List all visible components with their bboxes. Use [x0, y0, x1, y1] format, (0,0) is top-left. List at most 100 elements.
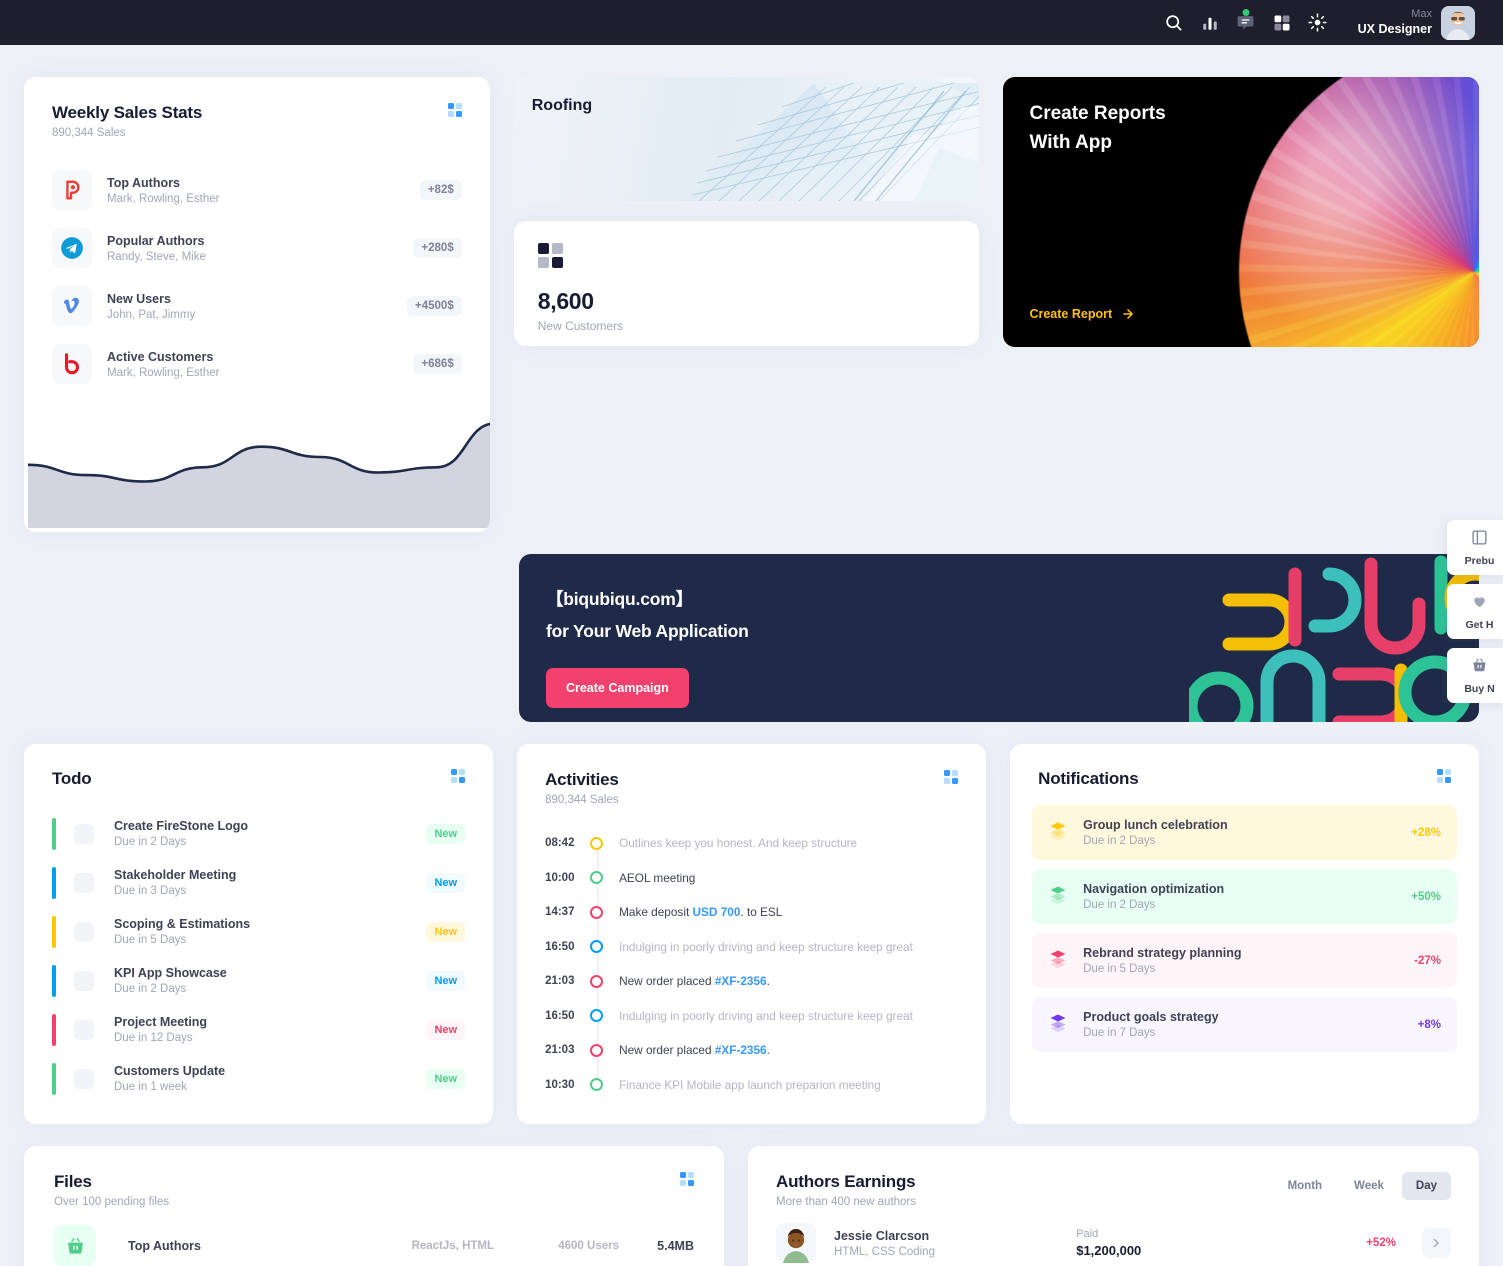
file-name: Top Authors	[128, 1239, 201, 1253]
chevron-right-icon[interactable]	[1421, 1228, 1451, 1258]
earnings-period-tabs: Month Week Day	[1274, 1172, 1451, 1200]
list-item[interactable]: Active Customers Mark, Rowling, Esther +…	[52, 335, 462, 393]
notification-item[interactable]: Navigation optimization Due in 2 Days +50%	[1032, 869, 1458, 924]
notifications-list: Group lunch celebration Due in 2 Days +28%…	[1032, 805, 1458, 1052]
more-options-icon[interactable]	[447, 103, 462, 117]
activity-row[interactable]: 14:37 Make deposit USD 700. to ESL	[545, 895, 958, 930]
float-button-label: Prebu	[1464, 555, 1495, 567]
new-customers-card: 8,600 New Customers	[513, 221, 980, 346]
todo-checkbox[interactable]	[74, 1068, 94, 1089]
todo-item[interactable]: Create FireStone Logo Due in 2 Days New	[52, 809, 466, 858]
todo-item[interactable]: Scoping & Estimations Due in 5 Days New	[52, 907, 466, 956]
todo-name: Scoping & Estimations	[114, 917, 251, 931]
todo-item[interactable]: KPI App Showcase Due in 2 Days New	[52, 956, 466, 1005]
create-campaign-button[interactable]: Create Campaign	[545, 668, 689, 708]
brightness-icon[interactable]	[1300, 5, 1336, 41]
grid-apps-icon[interactable]	[1264, 5, 1300, 41]
status-badge: New	[426, 1068, 466, 1089]
list-item[interactable]: Top Authors Mark, Rowling, Esther +82$	[52, 161, 462, 219]
notification-item[interactable]: Product goals strategy Due in 7 Days +8%	[1032, 997, 1458, 1052]
list-item[interactable]: Popular Authors Randy, Steve, Mike +280$	[52, 219, 462, 277]
notification-item[interactable]: Rebrand strategy planning Due in 5 Days -2…	[1032, 933, 1458, 988]
todo-checkbox[interactable]	[74, 823, 94, 844]
activity-row[interactable]: 10:30 Finance KPI Mobile app launch prepa…	[545, 1068, 958, 1103]
floating-action-panel: Prebu Get H Buy N	[1447, 520, 1503, 712]
roofing-card[interactable]: Roofing	[513, 77, 980, 201]
todo-item[interactable]: Project Meeting Due in 12 Days New	[52, 1005, 466, 1054]
activities-subtitle: 890,344 Sales	[545, 794, 619, 806]
basket-icon	[1471, 658, 1488, 678]
activity-dot-icon	[590, 1078, 604, 1092]
tab-day[interactable]: Day	[1401, 1172, 1451, 1200]
earnings-title: Authors Earnings	[776, 1172, 916, 1191]
new-customers-label: New Customers	[537, 319, 624, 333]
notification-item[interactable]: Group lunch celebration Due in 2 Days +28%	[1032, 805, 1458, 860]
status-badge: New	[426, 970, 466, 991]
earnings-list: Jessie Clarcson HTML, CSS Coding Paid $1,20…	[776, 1223, 1451, 1266]
item-amount: +686$	[413, 354, 462, 374]
user-menu[interactable]: Max UX Designer	[1358, 5, 1475, 40]
todo-checkbox[interactable]	[74, 1019, 94, 1040]
notification-name: Product goals strategy	[1083, 1010, 1219, 1024]
weekly-sales-card: Weekly Sales Stats 890,344 Sales Top Aut…	[24, 77, 490, 532]
create-reports-card[interactable]: Create Reports With App Create Report	[1003, 77, 1479, 347]
author-row[interactable]: Jessie Clarcson HTML, CSS Coding Paid $1,20…	[776, 1223, 1451, 1263]
todo-checkbox[interactable]	[74, 872, 94, 893]
activity-row[interactable]: 16:50 Indulging in poorly driving and kee…	[545, 930, 958, 965]
todo-name: Customers Update	[114, 1064, 226, 1078]
more-options-icon[interactable]	[451, 769, 466, 783]
activity-row[interactable]: 16:50 Indulging in poorly driving and kee…	[545, 999, 958, 1034]
avatar[interactable]	[1441, 5, 1475, 40]
bebo-logo-icon	[52, 344, 92, 384]
notification-percent: +50%	[1411, 890, 1442, 903]
todo-name: Project Meeting	[114, 1015, 208, 1029]
files-subtitle: Over 100 pending files	[54, 1196, 170, 1208]
activity-dot-icon	[590, 1043, 604, 1057]
todo-color-bar	[52, 1013, 56, 1046]
todo-due: Due in 1 week	[114, 1081, 187, 1093]
activity-dot-icon	[590, 905, 604, 919]
activity-row[interactable]: 21:03 New order placed #XF-2356.	[545, 1033, 958, 1068]
todo-color-bar	[52, 817, 56, 850]
float-prebu-button[interactable]: Prebu	[1447, 520, 1503, 575]
tab-month[interactable]: Month	[1274, 1172, 1336, 1200]
float-get-h-button[interactable]: Get H	[1447, 584, 1503, 639]
more-options-icon[interactable]	[944, 770, 959, 784]
table-row[interactable]: Top Authors ReactJs, HTML 4600 Users 5.4MB	[54, 1225, 694, 1266]
reports-title-line1: Create Reports	[1029, 103, 1166, 124]
todo-checkbox[interactable]	[74, 921, 94, 942]
activity-row[interactable]: 21:03 New order placed #XF-2356.	[545, 964, 958, 999]
todo-name: KPI App Showcase	[114, 966, 227, 980]
files-list: Top AuthorsReactJs, HTML4600 Users5.4MBP…	[54, 1225, 694, 1266]
float-buy-n-button[interactable]: Buy N	[1447, 648, 1503, 703]
todo-checkbox[interactable]	[74, 970, 94, 991]
activities-card: Activities 890,344 Sales 08:42 Outlines k…	[517, 744, 987, 1124]
paid-label: Paid	[1076, 1228, 1099, 1240]
activity-link[interactable]: #XF-2356	[715, 1043, 767, 1057]
todo-list: Create FireStone Logo Due in 2 Days New Sta…	[52, 809, 466, 1103]
notification-due: Due in 2 Days	[1083, 899, 1156, 911]
tab-week[interactable]: Week	[1340, 1172, 1398, 1200]
activity-row[interactable]: 08:42 Outlines keep you honest. And keep …	[545, 826, 958, 861]
todo-item[interactable]: Customers Update Due in 1 week New	[52, 1054, 466, 1103]
search-icon[interactable]	[1156, 5, 1192, 41]
item-users: John, Pat, Jimmy	[107, 308, 196, 321]
todo-item[interactable]: Stakeholder Meeting Due in 3 Days New	[52, 858, 466, 907]
more-options-icon[interactable]	[1437, 769, 1452, 783]
activity-time: 21:03	[545, 975, 575, 988]
notification-name: Navigation optimization	[1083, 882, 1225, 896]
activity-link[interactable]: #XF-2356	[715, 974, 767, 988]
list-item[interactable]: New Users John, Pat, Jimmy +4500$	[52, 277, 462, 335]
chat-icon[interactable]	[1228, 5, 1264, 41]
dashboard: Weekly Sales Stats 890,344 Sales Top Aut…	[0, 45, 1503, 1266]
bar-chart-icon[interactable]	[1192, 5, 1228, 41]
create-report-link[interactable]: Create Report	[1029, 307, 1135, 321]
activity-link[interactable]: USD 700	[693, 905, 741, 919]
layers-icon	[1048, 820, 1068, 845]
activity-text: Make deposit USD 700. to ESL	[619, 905, 783, 920]
activity-row[interactable]: 10:00 AEOL meeting	[545, 861, 958, 896]
create-report-label: Create Report	[1029, 307, 1113, 321]
file-tech: ReactJs, HTML	[411, 1240, 494, 1252]
more-options-icon[interactable]	[680, 1172, 694, 1186]
